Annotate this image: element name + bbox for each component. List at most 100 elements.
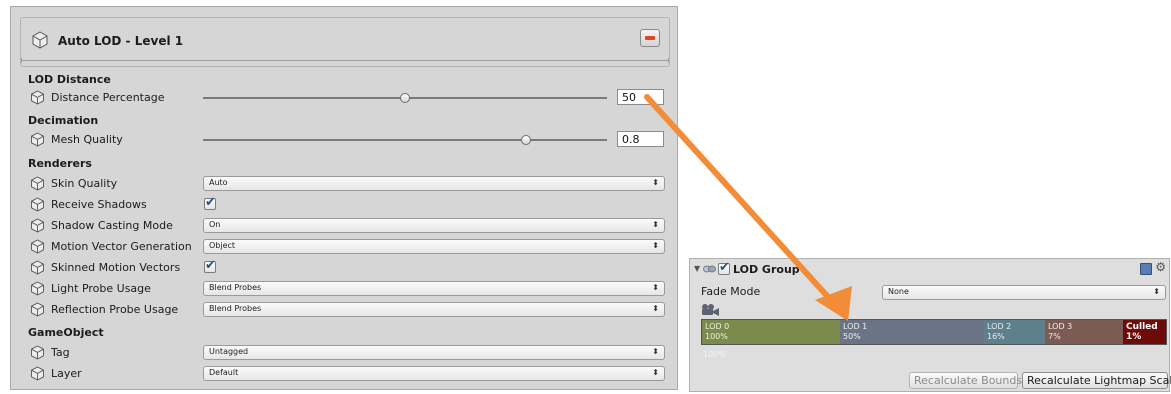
reflection-probe-usage-label: Reflection Probe Usage bbox=[51, 303, 179, 316]
recalculate-bounds-button[interactable]: Recalculate Bounds bbox=[909, 372, 1022, 389]
lod-level-segment[interactable]: LOD 0 100% bbox=[702, 320, 840, 344]
fade-mode-dropdown[interactable]: None ⬍ bbox=[882, 285, 1166, 300]
cube-icon bbox=[31, 366, 44, 381]
lod-level-segment[interactable]: Culled 1% bbox=[1123, 320, 1166, 344]
layer-dropdown[interactable]: Default ⬍ bbox=[203, 366, 665, 381]
dropdown-arrows-icon: ⬍ bbox=[652, 304, 659, 313]
mesh-quality-row: Mesh Quality 0.8 bbox=[28, 131, 668, 149]
motion-vector-generation-dropdown[interactable]: Object ⬍ bbox=[203, 239, 665, 254]
lod-level-name: LOD 1 bbox=[843, 322, 868, 331]
slider-thumb[interactable] bbox=[400, 93, 410, 103]
camera-percent-label: 100% bbox=[703, 350, 726, 359]
skin-quality-dropdown[interactable]: Auto ⬍ bbox=[203, 176, 665, 191]
tag-row: Tag Untagged ⬍ bbox=[28, 344, 668, 362]
light-probe-usage-row: Light Probe Usage Blend Probes ⬍ bbox=[28, 280, 668, 298]
light-probe-usage-dropdown[interactable]: Blend Probes ⬍ bbox=[203, 281, 665, 296]
reflection-probe-usage-dropdown[interactable]: Blend Probes ⬍ bbox=[203, 302, 665, 317]
tag-value: Untagged bbox=[209, 347, 249, 356]
cube-icon bbox=[31, 281, 44, 296]
cube-icon bbox=[31, 345, 44, 360]
dropdown-arrows-icon: ⬍ bbox=[1153, 287, 1160, 296]
cube-icon bbox=[31, 132, 44, 147]
minus-icon bbox=[645, 36, 655, 40]
light-probe-usage-value: Blend Probes bbox=[209, 283, 262, 292]
lod-level-percent: 100% bbox=[705, 332, 728, 341]
distance-percentage-row: Distance Percentage 50 bbox=[28, 89, 668, 107]
remove-lod-button[interactable] bbox=[640, 29, 660, 47]
section-lod-distance: LOD Distance bbox=[28, 73, 111, 86]
skin-quality-row: Skin Quality Auto ⬍ bbox=[28, 175, 668, 193]
fade-mode-value: None bbox=[888, 287, 909, 296]
skinned-motion-vectors-row: Skinned Motion Vectors ✔ bbox=[28, 258, 668, 277]
receive-shadows-label: Receive Shadows bbox=[51, 198, 147, 211]
cube-icon bbox=[31, 260, 44, 275]
lod-group-component-panel: ▼ ✔ LOD Group ⚙ Fade Mode None ⬍ LOD 0 10… bbox=[689, 258, 1171, 392]
lod-group-component-icon bbox=[703, 265, 716, 273]
shadow-casting-mode-dropdown[interactable]: On ⬍ bbox=[203, 218, 665, 233]
cube-icon bbox=[31, 90, 44, 105]
dropdown-arrows-icon: ⬍ bbox=[652, 220, 659, 229]
motion-vector-generation-value: Object bbox=[209, 241, 236, 250]
auto-lod-title: Auto LOD - Level 1 bbox=[58, 34, 184, 48]
dropdown-arrows-icon: ⬍ bbox=[652, 241, 659, 250]
camera-icon[interactable] bbox=[700, 303, 720, 317]
cube-icon bbox=[31, 197, 44, 212]
tag-label: Tag bbox=[51, 346, 70, 359]
layer-row: Layer Default ⬍ bbox=[28, 365, 668, 383]
mesh-quality-slider[interactable] bbox=[203, 135, 607, 145]
dropdown-arrows-icon: ⬍ bbox=[652, 283, 659, 292]
help-book-icon[interactable] bbox=[1140, 263, 1152, 275]
receive-shadows-row: Receive Shadows ✔ bbox=[28, 195, 668, 214]
lod-level-segment[interactable]: LOD 2 16% bbox=[984, 320, 1045, 344]
motion-vector-generation-label: Motion Vector Generation bbox=[51, 240, 192, 253]
reflection-probe-usage-row: Reflection Probe Usage Blend Probes ⬍ bbox=[28, 301, 668, 319]
lod-level-name: LOD 0 bbox=[705, 322, 730, 331]
shadow-casting-mode-label: Shadow Casting Mode bbox=[51, 219, 173, 232]
receive-shadows-checkbox[interactable]: ✔ bbox=[204, 195, 216, 210]
gear-icon[interactable]: ⚙ bbox=[1155, 260, 1166, 274]
header-divider bbox=[21, 58, 669, 63]
auto-lod-inspector-panel: Auto LOD - Level 1 LOD Distance Distance… bbox=[10, 6, 678, 390]
lod-levels-bar[interactable]: LOD 0 100% LOD 1 50% LOD 2 16% LOD 3 7% Culled 1% bbox=[701, 319, 1167, 345]
slider-thumb[interactable] bbox=[521, 135, 532, 145]
cube-icon bbox=[31, 302, 44, 317]
recalculate-lightmap-scale-button[interactable]: Recalculate Lightmap Scale bbox=[1022, 372, 1171, 389]
lod-level-percent: 16% bbox=[987, 332, 1005, 341]
fade-mode-label: Fade Mode bbox=[701, 285, 761, 298]
cube-icon bbox=[31, 239, 44, 254]
mesh-cube-icon bbox=[32, 31, 48, 49]
light-probe-usage-label: Light Probe Usage bbox=[51, 282, 151, 295]
lod-level-name: Culled bbox=[1126, 322, 1158, 332]
dropdown-arrows-icon: ⬍ bbox=[652, 347, 659, 356]
section-gameobject: GameObject bbox=[28, 326, 104, 339]
distance-percentage-field[interactable]: 50 bbox=[617, 89, 664, 105]
lod-level-percent: 7% bbox=[1048, 332, 1061, 341]
motion-vector-generation-row: Motion Vector Generation Object ⬍ bbox=[28, 238, 668, 256]
lod-level-segment[interactable]: LOD 3 7% bbox=[1045, 320, 1123, 344]
shadow-casting-mode-value: On bbox=[209, 220, 221, 229]
lod-level-percent: 1% bbox=[1126, 332, 1142, 342]
section-decimation: Decimation bbox=[28, 114, 99, 127]
distance-percentage-slider[interactable] bbox=[203, 93, 607, 103]
shadow-casting-mode-row: Shadow Casting Mode On ⬍ bbox=[28, 217, 668, 235]
tag-dropdown[interactable]: Untagged ⬍ bbox=[203, 345, 665, 360]
layer-value: Default bbox=[209, 368, 239, 377]
lod-level-name: LOD 2 bbox=[987, 322, 1012, 331]
dropdown-arrows-icon: ⬍ bbox=[652, 178, 659, 187]
lod-group-title: LOD Group bbox=[733, 263, 800, 276]
auto-lod-header: Auto LOD - Level 1 bbox=[20, 17, 670, 67]
cube-icon bbox=[31, 218, 44, 233]
checkmark-icon: ✔ bbox=[719, 260, 730, 275]
foldout-arrow-icon[interactable]: ▼ bbox=[694, 264, 700, 273]
lod-level-name: LOD 3 bbox=[1048, 322, 1073, 331]
reflection-probe-usage-value: Blend Probes bbox=[209, 304, 262, 313]
section-renderers: Renderers bbox=[28, 157, 92, 170]
checkmark-icon: ✔ bbox=[205, 195, 216, 210]
lod-group-enabled-checkbox[interactable]: ✔ bbox=[718, 260, 730, 275]
mesh-quality-field[interactable]: 0.8 bbox=[617, 131, 664, 147]
skinned-motion-vectors-label: Skinned Motion Vectors bbox=[51, 261, 181, 274]
skin-quality-value: Auto bbox=[209, 178, 228, 187]
layer-label: Layer bbox=[51, 367, 82, 380]
lod-level-segment[interactable]: LOD 1 50% bbox=[840, 320, 984, 344]
skinned-motion-vectors-checkbox[interactable]: ✔ bbox=[204, 258, 216, 273]
